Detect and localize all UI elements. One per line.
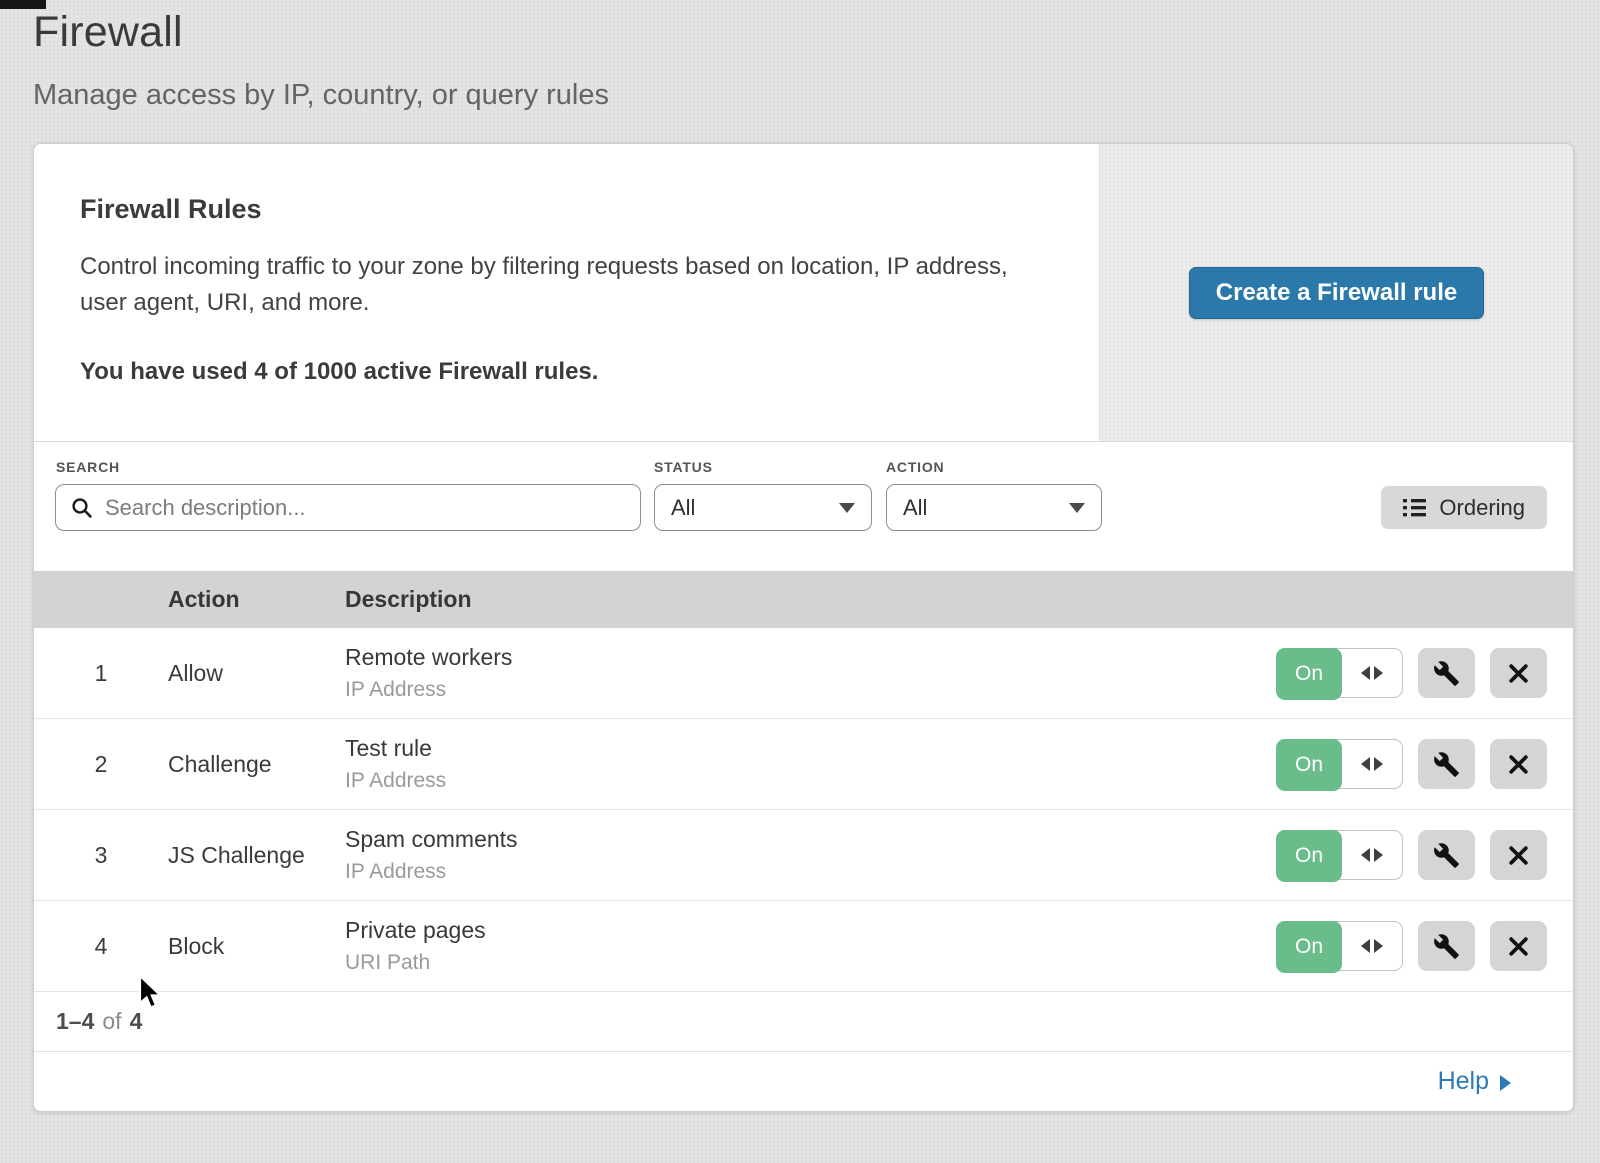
rule-match-type: IP Address bbox=[345, 860, 1276, 884]
chevron-down-icon bbox=[1069, 503, 1085, 513]
rule-match-type: IP Address bbox=[345, 678, 1276, 702]
wrench-icon bbox=[1433, 842, 1460, 869]
rule-action: JS Challenge bbox=[168, 842, 345, 869]
search-box[interactable] bbox=[55, 484, 641, 531]
column-description: Description bbox=[345, 586, 1573, 613]
rule-enabled-toggle[interactable]: On bbox=[1276, 648, 1403, 698]
pagination-of: of bbox=[102, 1008, 121, 1035]
rule-controls: On bbox=[1276, 739, 1573, 789]
rule-match-type: URI Path bbox=[345, 951, 1276, 975]
rule-description: Test rule bbox=[345, 735, 1276, 762]
arrow-right-icon bbox=[1500, 1075, 1511, 1091]
column-action: Action bbox=[168, 586, 345, 613]
card-top-action-panel: Create a Firewall rule bbox=[1099, 144, 1573, 441]
wrench-icon bbox=[1433, 751, 1460, 778]
page-title: Firewall bbox=[33, 8, 183, 57]
rule-description: Spam comments bbox=[345, 826, 1276, 853]
search-input[interactable] bbox=[105, 495, 626, 521]
rule-description: Remote workers bbox=[345, 644, 1276, 671]
rule-controls: On bbox=[1276, 921, 1573, 971]
delete-rule-button[interactable] bbox=[1490, 830, 1547, 880]
wrench-icon bbox=[1433, 933, 1460, 960]
rule-action: Allow bbox=[168, 660, 345, 687]
delete-rule-button[interactable] bbox=[1490, 648, 1547, 698]
rule-controls: On bbox=[1276, 830, 1573, 880]
table-header: Action Description bbox=[34, 571, 1573, 628]
create-firewall-rule-button[interactable]: Create a Firewall rule bbox=[1189, 267, 1484, 319]
rule-action: Block bbox=[168, 933, 345, 960]
pagination-range: 1–4 bbox=[56, 1008, 94, 1035]
filter-bar: SEARCH STATUS All ACTION All Ordering bbox=[34, 442, 1573, 571]
edit-rule-button[interactable] bbox=[1418, 739, 1475, 789]
pagination: 1–4 of 4 bbox=[34, 992, 1573, 1051]
rule-priority: 4 bbox=[34, 933, 168, 960]
ordering-button-label: Ordering bbox=[1439, 495, 1525, 521]
rule-match-type: IP Address bbox=[345, 769, 1276, 793]
rule-action: Challenge bbox=[168, 751, 345, 778]
toggle-arrows-icon bbox=[1342, 740, 1402, 788]
card-heading: Firewall Rules bbox=[80, 194, 1051, 225]
delete-rule-button[interactable] bbox=[1490, 921, 1547, 971]
table-row: 2 Challenge Test rule IP Address On bbox=[34, 719, 1573, 810]
rule-priority: 3 bbox=[34, 842, 168, 869]
close-icon bbox=[1507, 662, 1530, 685]
table-row: 4 Block Private pages URI Path On bbox=[34, 901, 1573, 992]
rule-description: Private pages bbox=[345, 917, 1276, 944]
wrench-icon bbox=[1433, 660, 1460, 687]
toggle-on-label: On bbox=[1276, 830, 1342, 882]
table-row: 1 Allow Remote workers IP Address On bbox=[34, 628, 1573, 719]
card-top-section: Firewall Rules Control incoming traffic … bbox=[34, 144, 1573, 442]
close-icon bbox=[1507, 753, 1530, 776]
firewall-rules-card: Firewall Rules Control incoming traffic … bbox=[33, 143, 1574, 1112]
rule-controls: On bbox=[1276, 648, 1573, 698]
rule-enabled-toggle[interactable]: On bbox=[1276, 739, 1403, 789]
edit-rule-button[interactable] bbox=[1418, 921, 1475, 971]
close-icon bbox=[1507, 935, 1530, 958]
page-subtitle: Manage access by IP, country, or query r… bbox=[33, 79, 609, 112]
toggle-on-label: On bbox=[1276, 739, 1342, 791]
card-description: Control incoming traffic to your zone by… bbox=[80, 249, 1030, 322]
chevron-down-icon bbox=[839, 503, 855, 513]
help-link-label: Help bbox=[1438, 1067, 1489, 1096]
usage-summary: You have used 4 of 1000 active Firewall … bbox=[80, 358, 1051, 386]
close-icon bbox=[1507, 844, 1530, 867]
edit-rule-button[interactable] bbox=[1418, 648, 1475, 698]
status-select[interactable]: All bbox=[654, 484, 872, 531]
status-select-value: All bbox=[671, 495, 695, 521]
card-footer: Help bbox=[34, 1051, 1573, 1111]
pagination-total: 4 bbox=[130, 1008, 143, 1035]
ordered-list-icon bbox=[1403, 498, 1427, 518]
search-label: SEARCH bbox=[56, 459, 120, 475]
rule-priority: 2 bbox=[34, 751, 168, 778]
ordering-button[interactable]: Ordering bbox=[1381, 486, 1547, 529]
status-label: STATUS bbox=[654, 459, 713, 475]
help-link[interactable]: Help bbox=[1438, 1067, 1511, 1096]
action-select[interactable]: All bbox=[886, 484, 1102, 531]
toggle-on-label: On bbox=[1276, 921, 1342, 973]
search-icon bbox=[70, 496, 94, 520]
rule-priority: 1 bbox=[34, 660, 168, 687]
toggle-on-label: On bbox=[1276, 648, 1342, 700]
toggle-arrows-icon bbox=[1342, 649, 1402, 697]
table-row: 3 JS Challenge Spam comments IP Address … bbox=[34, 810, 1573, 901]
card-top-text: Firewall Rules Control incoming traffic … bbox=[34, 144, 1099, 441]
delete-rule-button[interactable] bbox=[1490, 739, 1547, 789]
action-select-value: All bbox=[903, 495, 927, 521]
rule-enabled-toggle[interactable]: On bbox=[1276, 830, 1403, 880]
rule-enabled-toggle[interactable]: On bbox=[1276, 921, 1403, 971]
toggle-arrows-icon bbox=[1342, 831, 1402, 879]
toggle-arrows-icon bbox=[1342, 922, 1402, 970]
edit-rule-button[interactable] bbox=[1418, 830, 1475, 880]
action-label: ACTION bbox=[886, 459, 944, 475]
